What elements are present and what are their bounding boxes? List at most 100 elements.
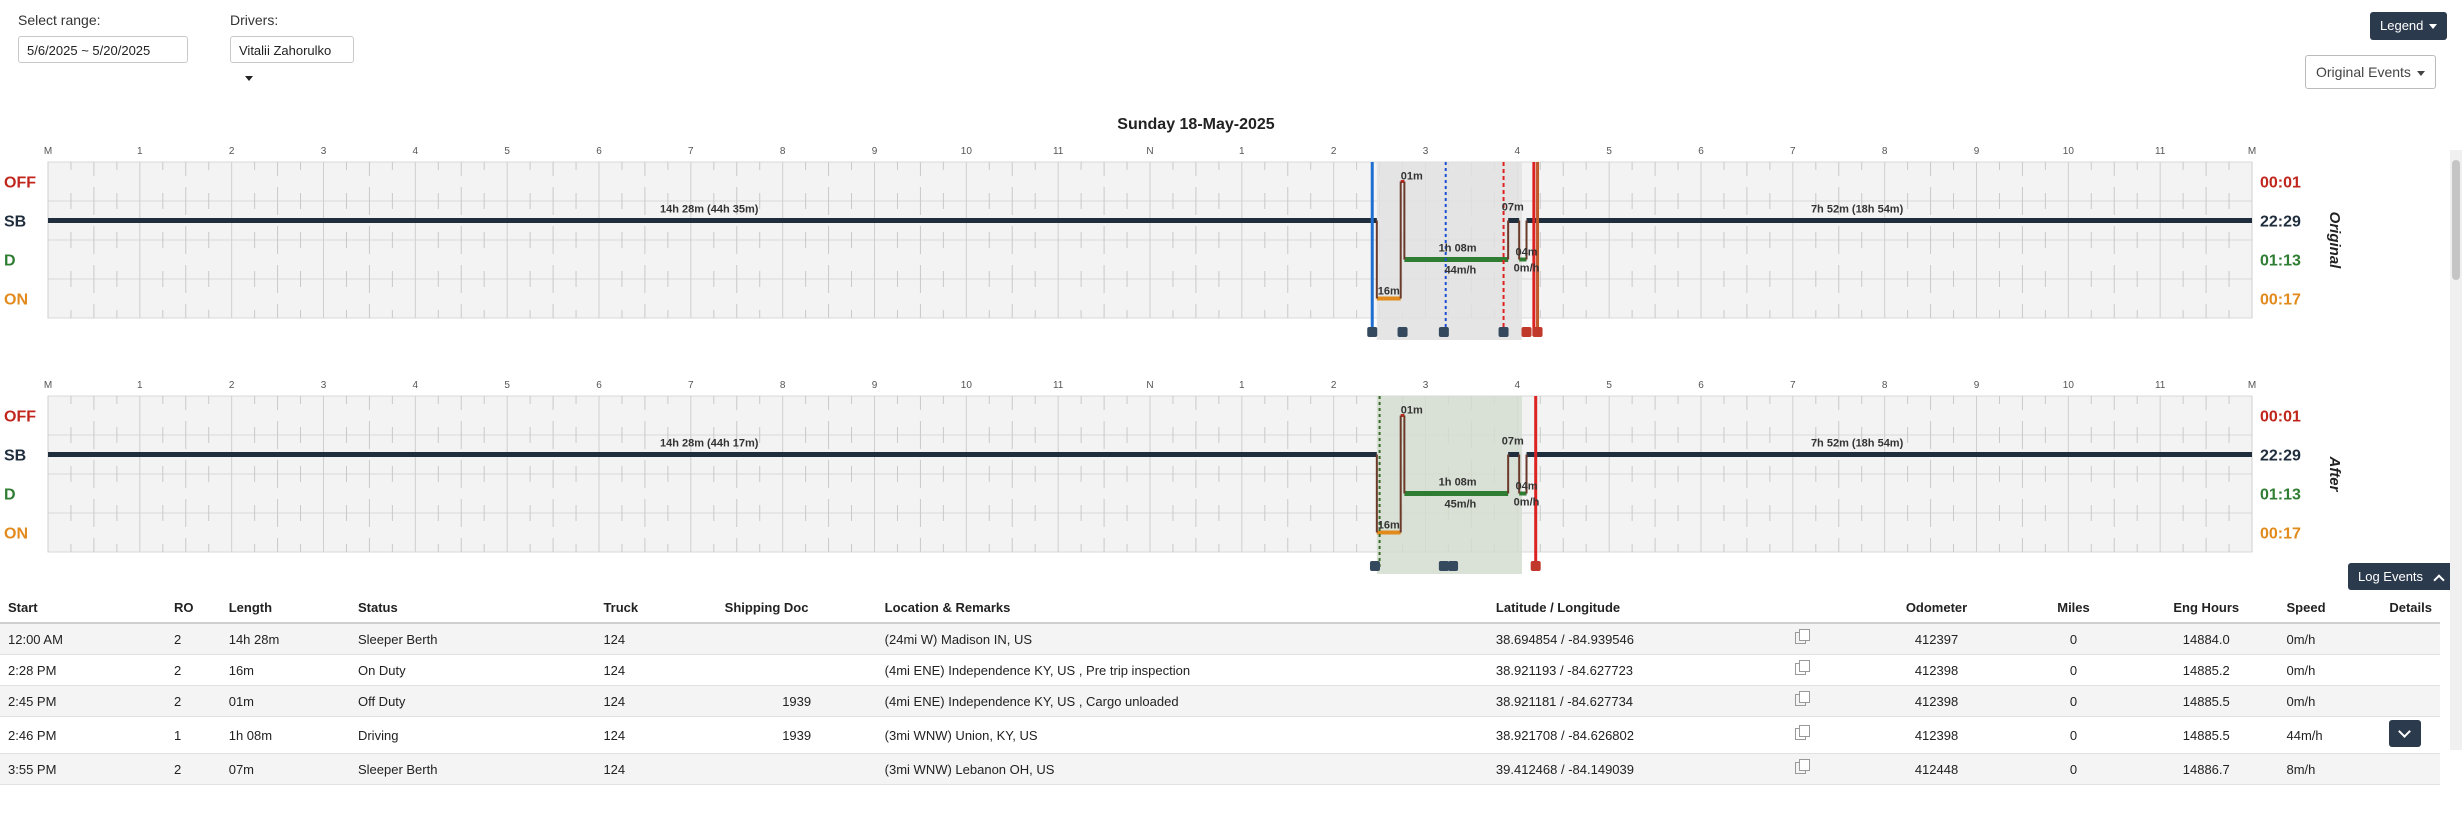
event-icon	[1498, 327, 1509, 337]
cell-ro: 2	[166, 753, 221, 785]
hour-label: 10	[961, 146, 973, 157]
copy-icon[interactable]	[1795, 690, 1811, 706]
col-length: Length	[220, 592, 350, 624]
cell-length: 1h 08m	[220, 716, 350, 754]
cell-shipping-doc: 1939	[716, 716, 877, 754]
total-sb: 22:29	[2260, 448, 2301, 465]
table-row[interactable]: 12:00 AM 2 14h 28m Sleeper Berth 124 (24mi W)…	[0, 623, 2440, 655]
hour-label: 6	[596, 380, 602, 391]
event-icon	[1532, 327, 1543, 337]
hour-label: 1	[1239, 380, 1245, 391]
copy-icon[interactable]	[1795, 628, 1811, 644]
hour-label: 3	[321, 146, 327, 157]
event-icon	[1369, 561, 1380, 571]
scrollbar-thumb[interactable]	[2452, 160, 2460, 280]
hour-label: 5	[1606, 380, 1612, 391]
cell-details	[2381, 654, 2440, 686]
copy-icon[interactable]	[1795, 758, 1811, 774]
status-label-sb: SB	[4, 214, 26, 231]
cell-truck: 124	[595, 716, 717, 754]
copy-icon[interactable]	[1795, 659, 1811, 675]
col-miles: Miles	[2012, 592, 2135, 624]
col-copy	[1787, 592, 1861, 624]
status-label-d: D	[4, 487, 16, 504]
cell-odometer: 412448	[1860, 753, 2013, 785]
chart-annotation: 01m	[1401, 405, 1423, 417]
event-icon	[1438, 327, 1449, 337]
hour-label: 11	[1053, 146, 1064, 157]
hour-label: 3	[321, 380, 327, 391]
cell-ro: 2	[166, 623, 221, 655]
col-shipping-doc: Shipping Doc	[716, 592, 877, 624]
cell-odometer: 412398	[1860, 654, 2013, 686]
cell-speed: 0m/h	[2278, 654, 2382, 686]
hour-label: N	[1146, 380, 1153, 391]
log-events-label: Log Events	[2358, 569, 2424, 584]
chart-annotation: 1h 08m	[1439, 477, 1477, 489]
hour-label: 10	[2063, 380, 2075, 391]
col-odometer: Odometer	[1860, 592, 2013, 624]
cell-miles: 0	[2012, 716, 2135, 754]
cell-location: (4mi ENE) Independence KY, US , Pre trip…	[876, 654, 1488, 686]
cell-location: (4mi ENE) Independence KY, US , Cargo un…	[876, 685, 1488, 717]
hour-label: 9	[1974, 380, 1980, 391]
total-d: 01:13	[2260, 487, 2301, 504]
hour-label: 2	[229, 146, 235, 157]
hour-label: 11	[2155, 146, 2166, 157]
chart-annotation: 0m/h	[1514, 497, 1540, 509]
hour-label: 11	[1053, 380, 1064, 391]
hour-label: 8	[1882, 146, 1888, 157]
hour-label: 5	[1606, 146, 1612, 157]
chart-annotation: 44m/h	[1444, 265, 1476, 277]
cell-ro: 2	[166, 654, 221, 686]
log-events-table: Start RO Length Status Truck Shipping Do…	[0, 592, 2440, 785]
total-off: 00:01	[2260, 409, 2301, 426]
hour-label: 8	[1882, 380, 1888, 391]
hour-label: 5	[504, 380, 510, 391]
table-row[interactable]: 2:28 PM 2 16m On Duty 124 (4mi ENE) Independe…	[0, 654, 2440, 686]
hour-label: 2	[1331, 380, 1337, 391]
hour-label: 1	[137, 380, 143, 391]
total-on: 00:17	[2260, 292, 2301, 309]
event-icon	[1367, 327, 1378, 337]
cell-length: 01m	[220, 685, 350, 717]
col-location: Location & Remarks	[876, 592, 1488, 624]
hour-label: 7	[1790, 146, 1796, 157]
hour-label: 4	[1515, 146, 1521, 157]
expand-details-button[interactable]	[2389, 720, 2422, 747]
cell-start: 2:28 PM	[0, 654, 167, 686]
col-latlng: Latitude / Longitude	[1487, 592, 1788, 624]
table-header-row: Start RO Length Status Truck Shipping Do…	[0, 592, 2440, 624]
hour-label: 10	[961, 380, 973, 391]
table-row[interactable]: 3:55 PM 2 07m Sleeper Berth 124 (3mi WNW) Leb…	[0, 753, 2440, 785]
copy-icon[interactable]	[1795, 724, 1811, 740]
log-events-button[interactable]: Log Events	[2348, 563, 2453, 590]
cell-eng-hours: 14885.5	[2134, 716, 2279, 754]
chevron-up-icon	[2433, 573, 2445, 586]
hour-label: 7	[688, 380, 694, 391]
cell-start: 2:46 PM	[0, 716, 167, 754]
cell-status: Driving	[349, 716, 596, 754]
cell-latlng: 39.412468 / -84.149039	[1487, 753, 1788, 785]
cell-details	[2381, 685, 2440, 717]
cell-copy	[1787, 753, 1861, 785]
table-row[interactable]: 2:45 PM 2 01m Off Duty 124 1939 (4mi ENE) Inde…	[0, 685, 2440, 717]
table-row[interactable]: 2:46 PM 1 1h 08m Driving 124 1939 (3mi WNW) Un…	[0, 716, 2440, 754]
cell-ro: 1	[166, 716, 221, 754]
hour-label: 10	[2063, 146, 2075, 157]
chart-annotation: 16m	[1378, 520, 1400, 532]
status-label-on: ON	[4, 526, 28, 543]
cell-miles: 0	[2012, 623, 2135, 655]
total-sb: 22:29	[2260, 214, 2301, 231]
status-label-off: OFF	[4, 175, 36, 192]
chart-annotation: 07m	[1502, 202, 1524, 214]
hour-label: M	[44, 380, 52, 391]
hour-label: 5	[504, 146, 510, 157]
cell-start: 2:45 PM	[0, 685, 167, 717]
hour-label: 11	[2155, 380, 2166, 391]
status-label-sb: SB	[4, 448, 26, 465]
cell-latlng: 38.921193 / -84.627723	[1487, 654, 1788, 686]
chart-annotation: 0m/h	[1514, 263, 1540, 275]
cell-truck: 124	[595, 685, 717, 717]
cell-length: 16m	[220, 654, 350, 686]
